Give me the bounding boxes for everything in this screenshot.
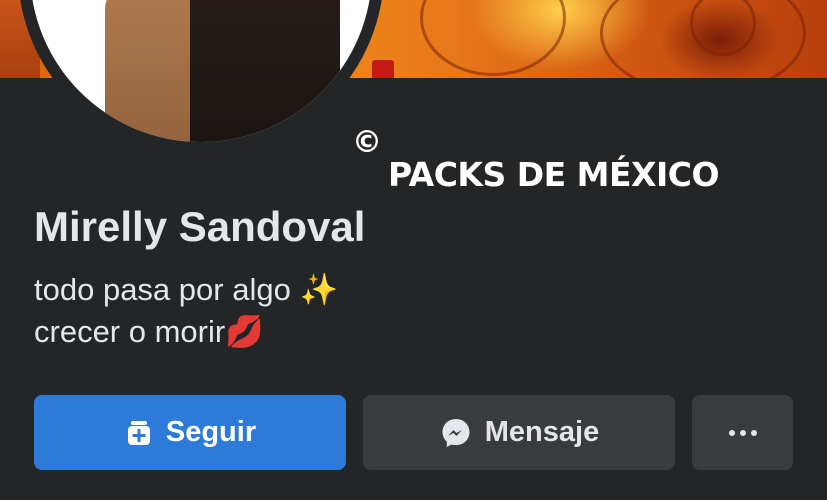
follow-label: Seguir [165,416,257,448]
sparkles-icon: ✨ [299,272,339,308]
message-button[interactable]: Mensaje [363,395,675,470]
profile-avatar[interactable] [30,0,372,142]
bio-text-2: crecer o morir [34,314,226,349]
bio-line-1: todo pasa por algo ✨ [34,270,338,310]
kiss-mark-icon: 💋 [225,314,264,350]
message-label: Mensaje [484,416,600,448]
more-dots-icon [728,429,757,436]
messenger-icon [439,416,473,450]
bio-text-1: todo pasa por algo [34,272,291,307]
cover-swirl [420,0,566,76]
watermark-text: PACKS DE MÉXICO [388,155,720,194]
avatar-hair [190,0,340,142]
more-options-button[interactable] [692,395,793,470]
profile-name: Mirelly Sandoval [34,203,366,250]
bio-line-2: crecer o morir💋 [34,312,264,352]
follow-button[interactable]: Seguir [34,395,346,470]
add-friend-box-icon [124,418,154,448]
cover-candle [372,60,394,78]
copyright-icon: © [352,125,382,160]
